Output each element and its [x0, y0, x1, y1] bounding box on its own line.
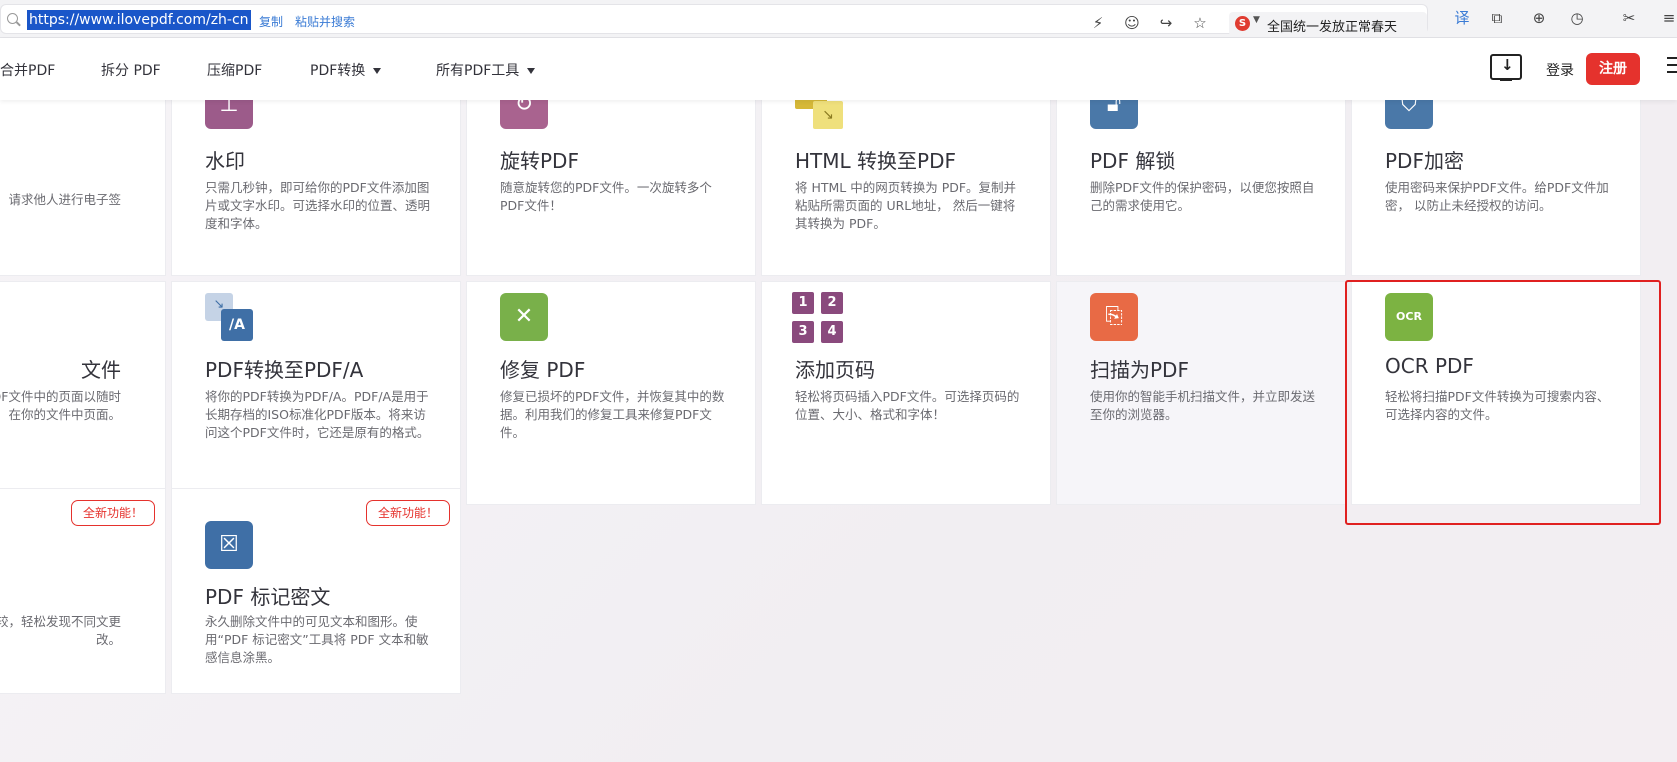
- more-icon[interactable]: ≡: [1660, 9, 1677, 27]
- tool-title: PDF转换至PDF/A: [205, 358, 364, 382]
- address-bar[interactable]: https://www.ilovepdf.com/zh-cn 复制 粘贴并搜索 …: [0, 4, 1428, 36]
- tool-desc: 将你的PDF转换为PDF/A。PDF/A是用于长期存档的ISO标准化PDF版本。…: [205, 389, 430, 440]
- tool-card-page-numbers[interactable]: 1 2 3 4 添加页码 轻松将页码插入PDF文件。可选择页码的位置、大小、格式…: [761, 281, 1051, 505]
- extension-icon[interactable]: ⧉: [1488, 9, 1506, 27]
- shield-icon: ⛉: [1385, 100, 1433, 129]
- digit-2: 2: [821, 292, 843, 314]
- tool-card-ocr-pdf[interactable]: OCR OCR PDF 轻松将扫描PDF文件转换为可搜索内容、可选择内容的文件。: [1351, 281, 1641, 505]
- signup-button[interactable]: 注册: [1586, 53, 1640, 85]
- tool-desc: 使用密码来保护PDF文件。给PDF文件加密， 以防止未经授权的访问。: [1385, 180, 1609, 213]
- new-feature-badge: 全新功能！: [365, 500, 450, 526]
- pdfa-icon: ↘ /A: [205, 293, 253, 341]
- tool-card-scan-to-pdf[interactable]: ⎘ 扫描为PDF 使用你的智能手机扫描文件，并立即发送至你的浏览器。: [1056, 281, 1346, 505]
- tool-desc: 使用你的智能手机扫描文件，并立即发送至你的浏览器。: [1090, 389, 1316, 422]
- watermark-stamp-icon: ⊥: [205, 100, 253, 129]
- tool-card-repair[interactable]: ✕ 修复 PDF 修复已损坏的PDF文件，并恢复其中的数据。利用我们的修复工具来…: [466, 281, 756, 505]
- nav-convert-label: PDF转换: [310, 63, 366, 79]
- tool-card-pdf-to-pdfa[interactable]: ↘ /A PDF转换至PDF/A 将你的PDF转换为PDF/A。PDF/A是用于…: [171, 281, 461, 505]
- copy-link[interactable]: 复制: [259, 13, 283, 30]
- download-icon[interactable]: ⊕: [1530, 9, 1548, 27]
- tool-title: 添加页码: [795, 358, 875, 382]
- tool-title: 旋转PDF: [500, 149, 579, 173]
- hamburger-menu-icon[interactable]: [1667, 57, 1677, 73]
- caret-down-icon: [527, 68, 536, 74]
- tool-card-compare[interactable]: 全新功能！ 比较，轻松发现不同文更改。: [0, 488, 166, 694]
- pdfa-label: /A: [221, 309, 253, 341]
- tools-grid: 请求他人进行电子签 ⊥ 水印 只需几秒钟，即可给你的PDF文件添加图片或文字水印…: [0, 100, 1677, 762]
- paste-search-link[interactable]: 粘贴并搜索: [295, 13, 355, 30]
- tool-title: 修复 PDF: [500, 358, 586, 382]
- tool-card-rotate[interactable]: ↻ 旋转PDF 随意旋转您的PDF文件。一次旋转多个PDF文件！: [466, 100, 756, 276]
- tool-desc: 比较，轻松发现不同文更改。: [0, 614, 121, 647]
- tool-card-sign[interactable]: 请求他人进行电子签: [0, 100, 166, 276]
- caret-down-icon: [373, 68, 382, 74]
- page-numbers-icon: 1 2 3 4: [792, 292, 846, 346]
- nav-merge-pdf[interactable]: 合并PDF: [0, 60, 55, 80]
- scan-document-icon: ⎘: [1090, 293, 1138, 341]
- digit-3: 3: [792, 321, 814, 343]
- lightning-icon[interactable]: ⚡: [1089, 14, 1107, 32]
- tool-desc: 删除PDF文件的保护密码，以便您按照自己的需求使用它。: [1090, 180, 1315, 213]
- tool-card-unlock[interactable]: 🔓︎ PDF 解锁 删除PDF文件的保护密码，以便您按照自己的需求使用它。: [1056, 100, 1346, 276]
- new-feature-badge: 全新功能！: [70, 500, 155, 526]
- tool-desc: 轻松将扫描PDF文件转换为可搜索内容、可选择内容的文件。: [1385, 389, 1610, 422]
- nav-convert-pdf[interactable]: PDF转换: [310, 60, 382, 80]
- tool-card-redact[interactable]: 全新功能！ ☒ PDF 标记密文 永久删除文件中的可见文本和图形。使用“PDF …: [171, 488, 461, 694]
- sogou-logo-icon: S: [1235, 16, 1250, 31]
- tool-title: OCR PDF: [1385, 354, 1474, 378]
- tool-card-html-to-pdf[interactable]: HTML ↘ HTML 转换至PDF 将 HTML 中的网页转换为 PDF。复制…: [761, 100, 1051, 276]
- desktop-download-icon[interactable]: ↓: [1490, 54, 1522, 81]
- scissors-icon[interactable]: ✂: [1620, 9, 1638, 27]
- chevron-down-icon[interactable]: ▼: [1253, 15, 1260, 25]
- news-headline[interactable]: 全国统一发放正常春天: [1267, 16, 1397, 35]
- search-icon: [7, 13, 18, 24]
- tool-desc: 随意旋转您的PDF文件。一次旋转多个PDF文件！: [500, 180, 712, 213]
- tool-desc: 修复已损坏的PDF文件，并恢复其中的数据。利用我们的修复工具来修复PDF文件。: [500, 389, 725, 440]
- tool-desc: 永久删除文件中的可见文本和图形。使用“PDF 标记密文”工具将 PDF 文本和敏…: [205, 614, 429, 665]
- unlock-icon: 🔓︎: [1090, 100, 1138, 129]
- ocr-icon: OCR: [1385, 293, 1433, 341]
- site-navigation: 合并PDF 拆分 PDF 压缩PDF PDF转换 所有PDF工具 ↓ 登录 注册: [0, 38, 1677, 100]
- tool-title: PDF 解锁: [1090, 149, 1176, 173]
- tool-card-organize[interactable]: 文件 对PDF文件中的页面以随时在你的文件中页面。: [0, 281, 166, 505]
- tool-desc: 只需几秒钟，即可给你的PDF文件添加图片或文字水印。可选择水印的位置、透明度和字…: [205, 180, 431, 231]
- share-icon[interactable]: ↪: [1157, 14, 1175, 32]
- nav-compress-pdf[interactable]: 压缩PDF: [207, 60, 262, 80]
- nav-all-tools-label: 所有PDF工具: [436, 63, 520, 79]
- html-to-pdf-icon: HTML ↘: [795, 100, 843, 129]
- tool-desc: 轻松将页码插入PDF文件。可选择页码的位置、大小、格式和字体！: [795, 389, 1020, 422]
- tool-desc: 对PDF文件中的页面以随时在你的文件中页面。: [0, 389, 121, 422]
- star-icon[interactable]: ☆: [1191, 14, 1209, 32]
- browser-toolbar: https://www.ilovepdf.com/zh-cn 复制 粘贴并搜索 …: [0, 0, 1677, 38]
- login-link[interactable]: 登录: [1546, 60, 1574, 80]
- history-icon[interactable]: ◷: [1568, 9, 1586, 27]
- nav-split-pdf[interactable]: 拆分 PDF: [101, 60, 161, 80]
- tool-title: 扫描为PDF: [1090, 358, 1189, 382]
- digit-4: 4: [821, 321, 843, 343]
- nav-all-tools[interactable]: 所有PDF工具: [436, 60, 536, 80]
- tool-title: 水印: [205, 149, 245, 173]
- tool-desc: 将 HTML 中的网页转换为 PDF。复制并粘贴所需页面的 URL地址， 然后一…: [795, 180, 1017, 231]
- face-icon[interactable]: ☺: [1123, 14, 1141, 32]
- tool-title: PDF加密: [1385, 149, 1464, 173]
- url-text[interactable]: https://www.ilovepdf.com/zh-cn: [27, 10, 251, 30]
- tool-desc: 请求他人进行电子签: [8, 192, 121, 207]
- digit-1: 1: [792, 292, 814, 314]
- rotate-icon: ↻: [500, 100, 548, 129]
- tool-card-protect[interactable]: ⛉ PDF加密 使用密码来保护PDF文件。给PDF文件加密， 以防止未经授权的访…: [1351, 100, 1641, 276]
- redact-document-icon: ☒: [205, 521, 253, 569]
- translate-icon[interactable]: 译: [1453, 9, 1471, 27]
- tool-card-watermark[interactable]: ⊥ 水印 只需几秒钟，即可给你的PDF文件添加图片或文字水印。可选择水印的位置、…: [171, 100, 461, 276]
- news-search-box[interactable]: S ▼ 全国统一发放正常春天: [1229, 12, 1427, 36]
- tool-title: PDF 标记密文: [205, 585, 331, 609]
- tools-wrench-icon: ✕: [500, 293, 548, 341]
- tool-title: HTML 转换至PDF: [795, 149, 956, 173]
- tool-title: 文件: [81, 358, 121, 382]
